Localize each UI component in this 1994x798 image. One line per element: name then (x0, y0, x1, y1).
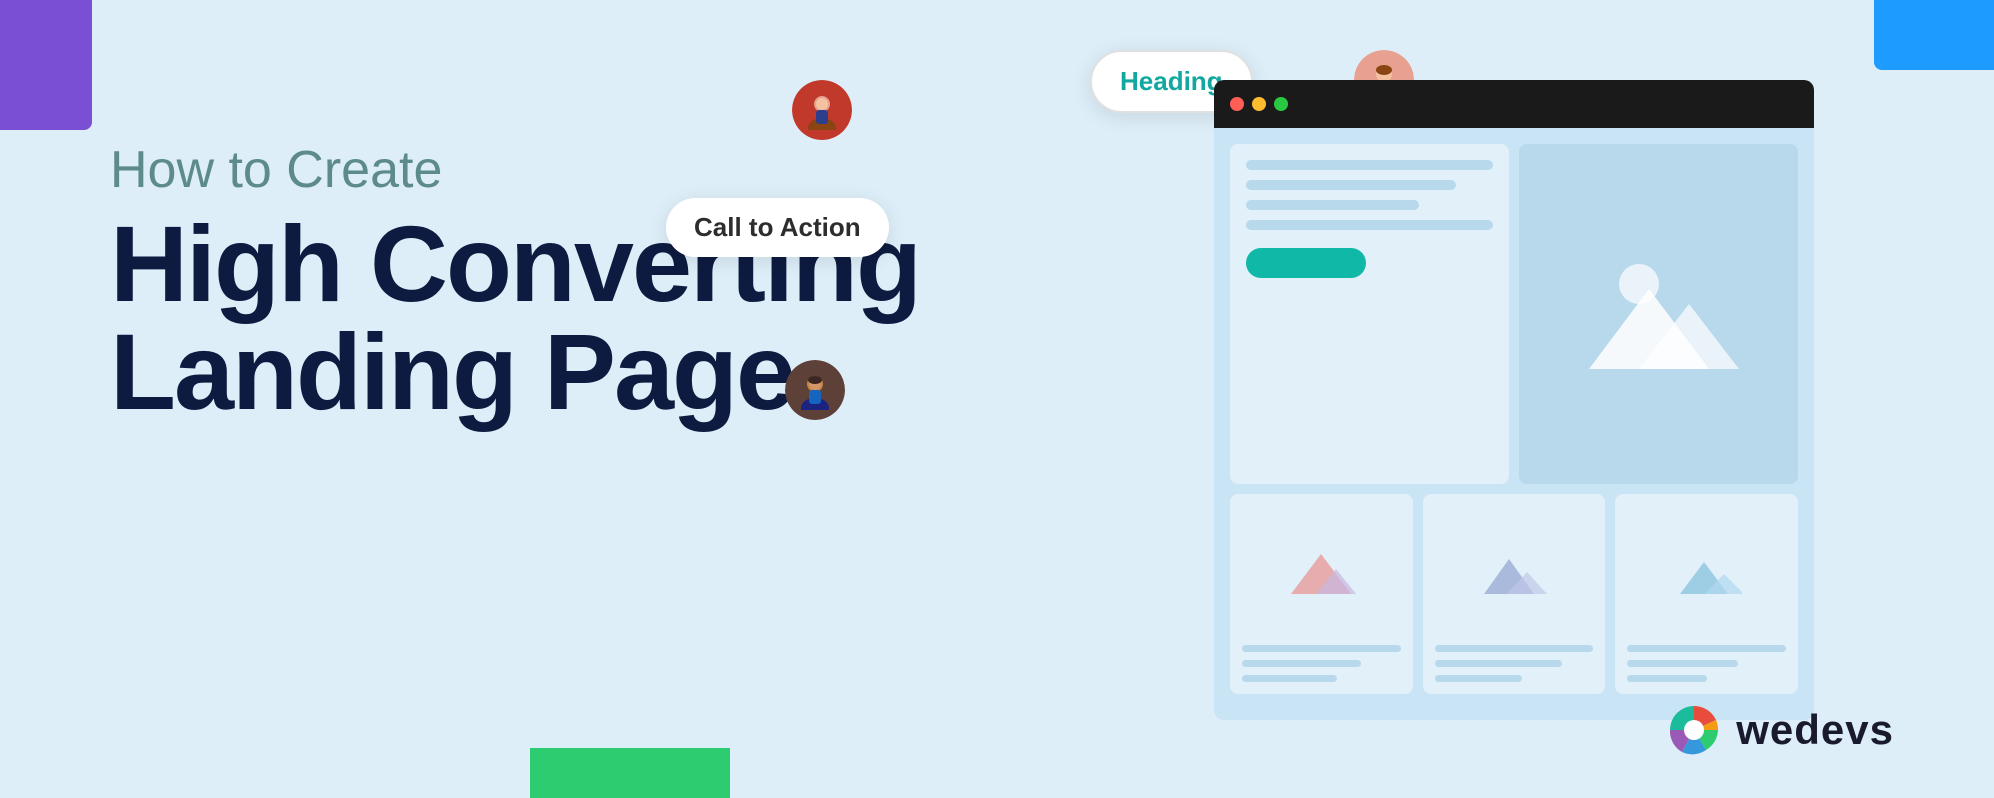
mockup-right-panel (1519, 144, 1798, 484)
mockup-content (1214, 128, 1814, 720)
mockup-top-grid (1230, 144, 1798, 484)
wedevs-logo: wedevs (1666, 702, 1894, 758)
wedevs-logo-icon (1666, 702, 1722, 758)
mockup-card-3 (1615, 494, 1798, 694)
mockup-left-panel (1230, 144, 1509, 484)
mountain-icon-small-3 (1672, 544, 1742, 599)
banner: How to Create High Converting Landing Pa… (0, 0, 1994, 798)
card-line-3b (1627, 660, 1738, 667)
mockup-card-1 (1230, 494, 1413, 694)
browser-bar (1214, 80, 1814, 128)
avatar-3 (785, 360, 845, 420)
mockup-card-img-1 (1242, 506, 1401, 637)
browser-dot-red (1230, 97, 1244, 111)
cta-badge: Call to Action (666, 198, 889, 257)
mockup-cta-button (1246, 248, 1366, 278)
browser-dot-green (1274, 97, 1288, 111)
person-icon-3 (795, 370, 835, 410)
blue-corner-accent (1874, 0, 1994, 70)
subtitle: How to Create (110, 140, 920, 200)
mockup-card-2 (1423, 494, 1606, 694)
card-line-1b (1242, 660, 1361, 667)
card-line-2b (1435, 660, 1562, 667)
mockup-card-img-2 (1435, 506, 1594, 637)
text-line-1 (1246, 160, 1493, 170)
card-line-1a (1242, 645, 1401, 652)
avatar-1 (792, 80, 852, 140)
mountain-icon-large (1579, 249, 1739, 379)
mockup-card-img-3 (1627, 506, 1786, 637)
card-line-1c (1242, 675, 1337, 682)
text-line-2 (1246, 180, 1456, 190)
browser-dot-yellow (1252, 97, 1266, 111)
person-icon-1 (802, 90, 842, 130)
browser-mockup (1214, 80, 1814, 720)
card-line-2a (1435, 645, 1594, 652)
card-line-2c (1435, 675, 1522, 682)
card-line-3a (1627, 645, 1786, 652)
mountain-icon-small-1 (1286, 544, 1356, 599)
mockup-bottom-grid (1230, 494, 1798, 694)
green-bottom-accent (530, 748, 730, 798)
text-line-3 (1246, 200, 1419, 210)
text-line-4 (1246, 220, 1493, 230)
card-line-3c (1627, 675, 1706, 682)
wedevs-logo-text: wedevs (1736, 706, 1894, 754)
mountain-icon-small-2 (1479, 544, 1549, 599)
purple-corner-accent (0, 0, 92, 130)
